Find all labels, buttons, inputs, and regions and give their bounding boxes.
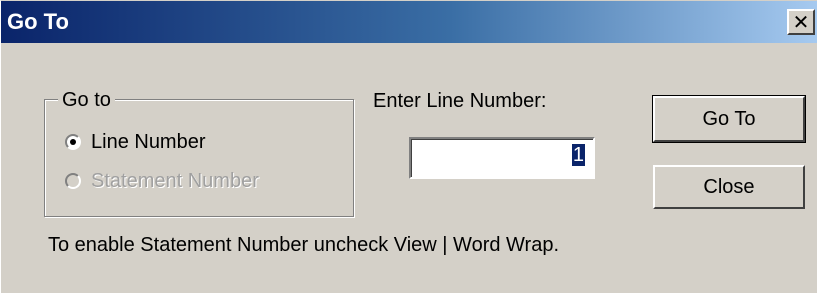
- groupbox-legend: Go to: [58, 89, 115, 111]
- goto-groupbox: [44, 99, 354, 217]
- close-button[interactable]: Close: [653, 165, 805, 209]
- radio-statement-number: Statement Number: [65, 168, 259, 194]
- title-bar[interactable]: Go To ✕: [1, 1, 817, 43]
- word-wrap-hint: To enable Statement Number uncheck View …: [48, 234, 560, 256]
- goto-button[interactable]: Go To: [652, 95, 806, 143]
- close-window-button[interactable]: ✕: [787, 9, 815, 35]
- radio-line-number-label: Line Number: [91, 131, 206, 153]
- close-icon: ✕: [792, 10, 810, 34]
- line-number-value: 1: [571, 144, 585, 166]
- enter-line-number-label: Enter Line Number:: [373, 90, 547, 112]
- radio-statement-number-indicator: [65, 173, 81, 189]
- goto-dialog: Go To ✕ Go to Line Number Statement Numb…: [0, 0, 817, 293]
- radio-line-number[interactable]: Line Number: [65, 129, 206, 155]
- radio-statement-number-label: Statement Number: [91, 170, 259, 192]
- line-number-input[interactable]: 1: [409, 137, 595, 179]
- radio-line-number-indicator[interactable]: [65, 134, 81, 150]
- dialog-title: Go To: [7, 9, 69, 34]
